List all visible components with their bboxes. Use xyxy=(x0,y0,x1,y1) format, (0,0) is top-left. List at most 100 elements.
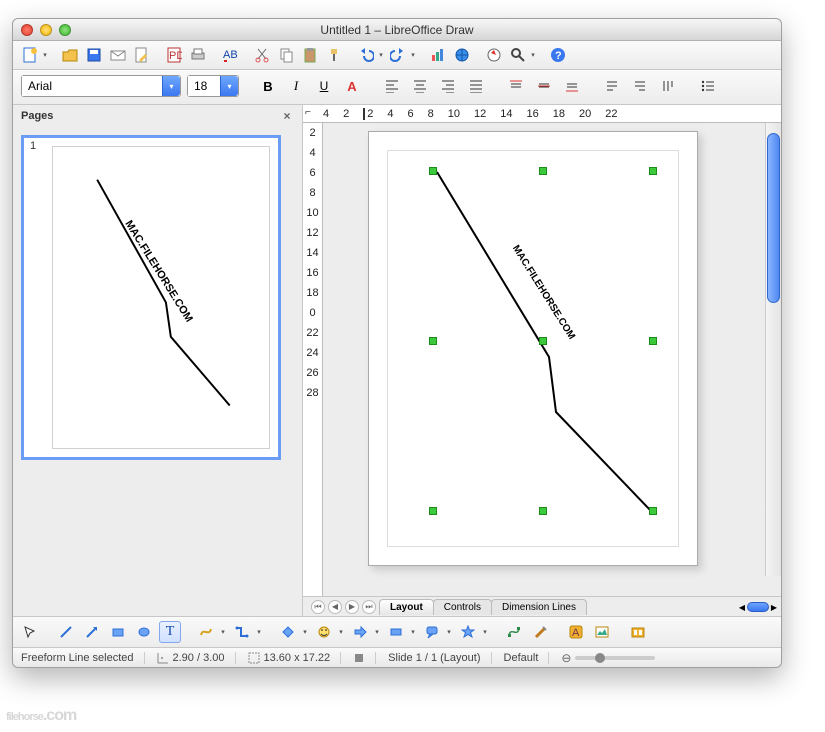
selection-handle-tl[interactable] xyxy=(429,167,437,175)
ttb-button[interactable] xyxy=(657,75,679,97)
connector-dropdown[interactable]: ▾ xyxy=(255,621,263,643)
layer-tab-controls[interactable]: Controls xyxy=(433,599,492,615)
ellipse-tool[interactable] xyxy=(133,621,155,643)
align-left-button[interactable] xyxy=(381,75,403,97)
selection-handle-br[interactable] xyxy=(649,507,657,515)
line-tool[interactable] xyxy=(55,621,77,643)
insert-image-button[interactable] xyxy=(591,621,613,643)
redo-button[interactable] xyxy=(387,44,409,66)
gallery-button[interactable] xyxy=(627,621,649,643)
font-name-dropdown-button[interactable]: ▾ xyxy=(162,76,180,96)
glue-points-button[interactable] xyxy=(529,621,551,643)
callouts-tool[interactable] xyxy=(421,621,443,643)
font-color-button[interactable]: A xyxy=(341,75,363,97)
text-tool[interactable]: T xyxy=(159,621,181,643)
paste-button[interactable] xyxy=(299,44,321,66)
stars-tool[interactable] xyxy=(457,621,479,643)
new-document-dropdown[interactable]: ▾ xyxy=(41,44,49,66)
format-paintbrush-button[interactable] xyxy=(323,44,345,66)
hyperlink-button[interactable] xyxy=(451,44,473,66)
status-style[interactable]: Default xyxy=(504,652,550,664)
redo-dropdown[interactable]: ▾ xyxy=(409,44,417,66)
selection-handle-bc[interactable] xyxy=(539,507,547,515)
select-tool[interactable] xyxy=(19,621,41,643)
symbol-shapes-tool[interactable] xyxy=(313,621,335,643)
block-arrows-dropdown[interactable]: ▾ xyxy=(373,621,381,643)
align-justify-button[interactable] xyxy=(465,75,487,97)
zoom-slider-knob[interactable] xyxy=(595,653,605,663)
drawing-canvas[interactable]: MAC.FILEHORSE.COM xyxy=(323,123,781,596)
selection-handle-bl[interactable] xyxy=(429,507,437,515)
callouts-dropdown[interactable]: ▾ xyxy=(445,621,453,643)
vertical-ruler[interactable]: 2 4 6 8 10 12 14 16 18 0 22 24 26 28 xyxy=(303,123,323,596)
font-size-combo[interactable]: ▾ xyxy=(187,75,239,97)
copy-button[interactable] xyxy=(275,44,297,66)
undo-dropdown[interactable]: ▾ xyxy=(377,44,385,66)
font-name-combo[interactable]: ▾ xyxy=(21,75,181,97)
align-center-button[interactable] xyxy=(409,75,431,97)
new-document-button[interactable] xyxy=(19,44,41,66)
rectangle-tool[interactable] xyxy=(107,621,129,643)
flowchart-tool[interactable] xyxy=(385,621,407,643)
connector-tool[interactable] xyxy=(231,621,253,643)
block-arrows-tool[interactable] xyxy=(349,621,371,643)
zoom-slider[interactable] xyxy=(575,656,655,660)
mail-button[interactable] xyxy=(107,44,129,66)
tab-nav-next[interactable]: ▶ xyxy=(345,600,359,614)
zoom-out-button[interactable]: ⊖ xyxy=(561,651,571,665)
ltr-button[interactable] xyxy=(601,75,623,97)
bold-button[interactable]: B xyxy=(257,75,279,97)
tab-nav-prev[interactable]: ◀ xyxy=(328,600,342,614)
export-pdf-button[interactable]: PDF xyxy=(163,44,185,66)
flowchart-dropdown[interactable]: ▾ xyxy=(409,621,417,643)
arrow-tool[interactable] xyxy=(81,621,103,643)
basic-shapes-tool[interactable] xyxy=(277,621,299,643)
edit-file-button[interactable] xyxy=(131,44,153,66)
basic-shapes-dropdown[interactable]: ▾ xyxy=(301,621,309,643)
spellcheck-button[interactable]: ABC xyxy=(219,44,241,66)
vertical-scrollbar[interactable] xyxy=(765,123,781,576)
undo-button[interactable] xyxy=(355,44,377,66)
symbol-shapes-dropdown[interactable]: ▾ xyxy=(337,621,345,643)
tab-nav-first[interactable]: ⏮ xyxy=(311,600,325,614)
font-size-dropdown-button[interactable]: ▾ xyxy=(220,76,238,96)
zoom-dropdown[interactable]: ▾ xyxy=(529,44,537,66)
tab-nav-last[interactable]: ⏭ xyxy=(362,600,376,614)
rtl-button[interactable] xyxy=(629,75,651,97)
curve-dropdown[interactable]: ▾ xyxy=(219,621,227,643)
help-button[interactable]: ? xyxy=(547,44,569,66)
print-button[interactable] xyxy=(187,44,209,66)
align-top-button[interactable] xyxy=(505,75,527,97)
zoom-button[interactable] xyxy=(507,44,529,66)
save-button[interactable] xyxy=(83,44,105,66)
open-button[interactable] xyxy=(59,44,81,66)
font-size-input[interactable] xyxy=(188,76,220,96)
italic-button[interactable]: I xyxy=(285,75,307,97)
align-bottom-button[interactable] xyxy=(561,75,583,97)
bullets-button[interactable] xyxy=(697,75,719,97)
navigator-button[interactable] xyxy=(483,44,505,66)
selection-handle-mr[interactable] xyxy=(649,337,657,345)
underline-button[interactable]: U xyxy=(313,75,335,97)
cut-button[interactable] xyxy=(251,44,273,66)
selection-handle-tc[interactable] xyxy=(539,167,547,175)
chart-button[interactable] xyxy=(427,44,449,66)
layer-tab-dimension[interactable]: Dimension Lines xyxy=(491,599,587,615)
font-name-input[interactable] xyxy=(22,76,162,96)
horizontal-scrollbar[interactable]: ◀▶ xyxy=(737,600,779,614)
selection-handle-mc[interactable] xyxy=(539,337,547,345)
stars-dropdown[interactable]: ▾ xyxy=(481,621,489,643)
align-right-button[interactable] xyxy=(437,75,459,97)
selection-handle-ml[interactable] xyxy=(429,337,437,345)
layer-tab-layout[interactable]: Layout xyxy=(379,599,434,615)
status-slide[interactable]: Slide 1 / 1 (Layout) xyxy=(388,652,491,664)
vertical-scrollbar-thumb[interactable] xyxy=(767,133,780,303)
curve-tool[interactable] xyxy=(195,621,217,643)
pages-panel-close-button[interactable]: × xyxy=(280,109,294,123)
drawing-page[interactable]: MAC.FILEHORSE.COM xyxy=(368,131,698,566)
fontwork-button[interactable]: A xyxy=(565,621,587,643)
edit-points-button[interactable] xyxy=(503,621,525,643)
selection-handle-tr[interactable] xyxy=(649,167,657,175)
page-thumbnail[interactable]: 1 MAC.FILEHORSE.COM xyxy=(21,135,281,460)
align-vcenter-button[interactable] xyxy=(533,75,555,97)
